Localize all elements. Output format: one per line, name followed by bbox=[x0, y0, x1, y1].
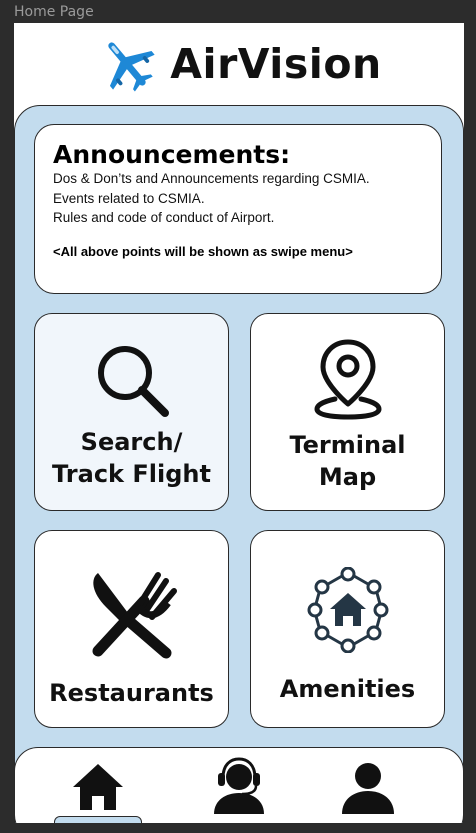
announcements-title: Announcements: bbox=[53, 140, 291, 169]
announcement-item: Events related to CSMIA. bbox=[53, 190, 205, 206]
airplane-icon bbox=[108, 42, 155, 92]
search-track-flight-tile[interactable]: Search/ Track Flight bbox=[34, 313, 229, 511]
search-icon bbox=[97, 346, 169, 417]
amenities-tile[interactable]: Amenities bbox=[250, 530, 445, 728]
home-icon bbox=[73, 764, 123, 810]
announcement-item: Dos & Don’ts and Announcements regarding… bbox=[53, 171, 370, 186]
nav-support[interactable] bbox=[184, 748, 294, 823]
map-pin-icon bbox=[313, 339, 382, 420]
bottom-nav bbox=[14, 747, 464, 823]
frame-label: Home Page bbox=[14, 4, 94, 20]
nav-profile[interactable] bbox=[325, 748, 435, 823]
tile-label-map: Map bbox=[318, 463, 377, 491]
app-title: AirVision bbox=[170, 40, 382, 88]
nav-home[interactable] bbox=[43, 748, 153, 823]
tile-label-restaurants: Restaurants bbox=[49, 679, 214, 707]
announcements-card[interactable]: Announcements: Dos & Don’ts and Announce… bbox=[34, 124, 442, 294]
app-header: AirVision bbox=[14, 23, 464, 105]
restaurants-tile[interactable]: Restaurants bbox=[34, 530, 229, 728]
content-panel: Announcements: Dos & Don’ts and Announce… bbox=[14, 105, 464, 823]
tile-label-terminal: Terminal bbox=[289, 431, 406, 459]
tile-label-amenities: Amenities bbox=[279, 675, 416, 703]
announcement-item: Rules and code of conduct of Airport. bbox=[53, 210, 275, 225]
customer-support-icon bbox=[214, 757, 264, 814]
terminal-map-tile[interactable]: Terminal Map bbox=[250, 313, 445, 511]
active-tab-indicator bbox=[54, 816, 142, 823]
tile-label-search: Search/ bbox=[80, 428, 183, 456]
phone-screen: AirVision Announcements: Dos & Don’ts an… bbox=[14, 23, 464, 823]
user-profile-icon bbox=[342, 763, 394, 814]
announcements-note: <All above points will be shown as swipe… bbox=[53, 243, 353, 259]
tile-label-track-flight: Track Flight bbox=[52, 460, 211, 488]
fork-knife-icon bbox=[92, 572, 177, 659]
amenities-network-icon bbox=[307, 567, 388, 653]
